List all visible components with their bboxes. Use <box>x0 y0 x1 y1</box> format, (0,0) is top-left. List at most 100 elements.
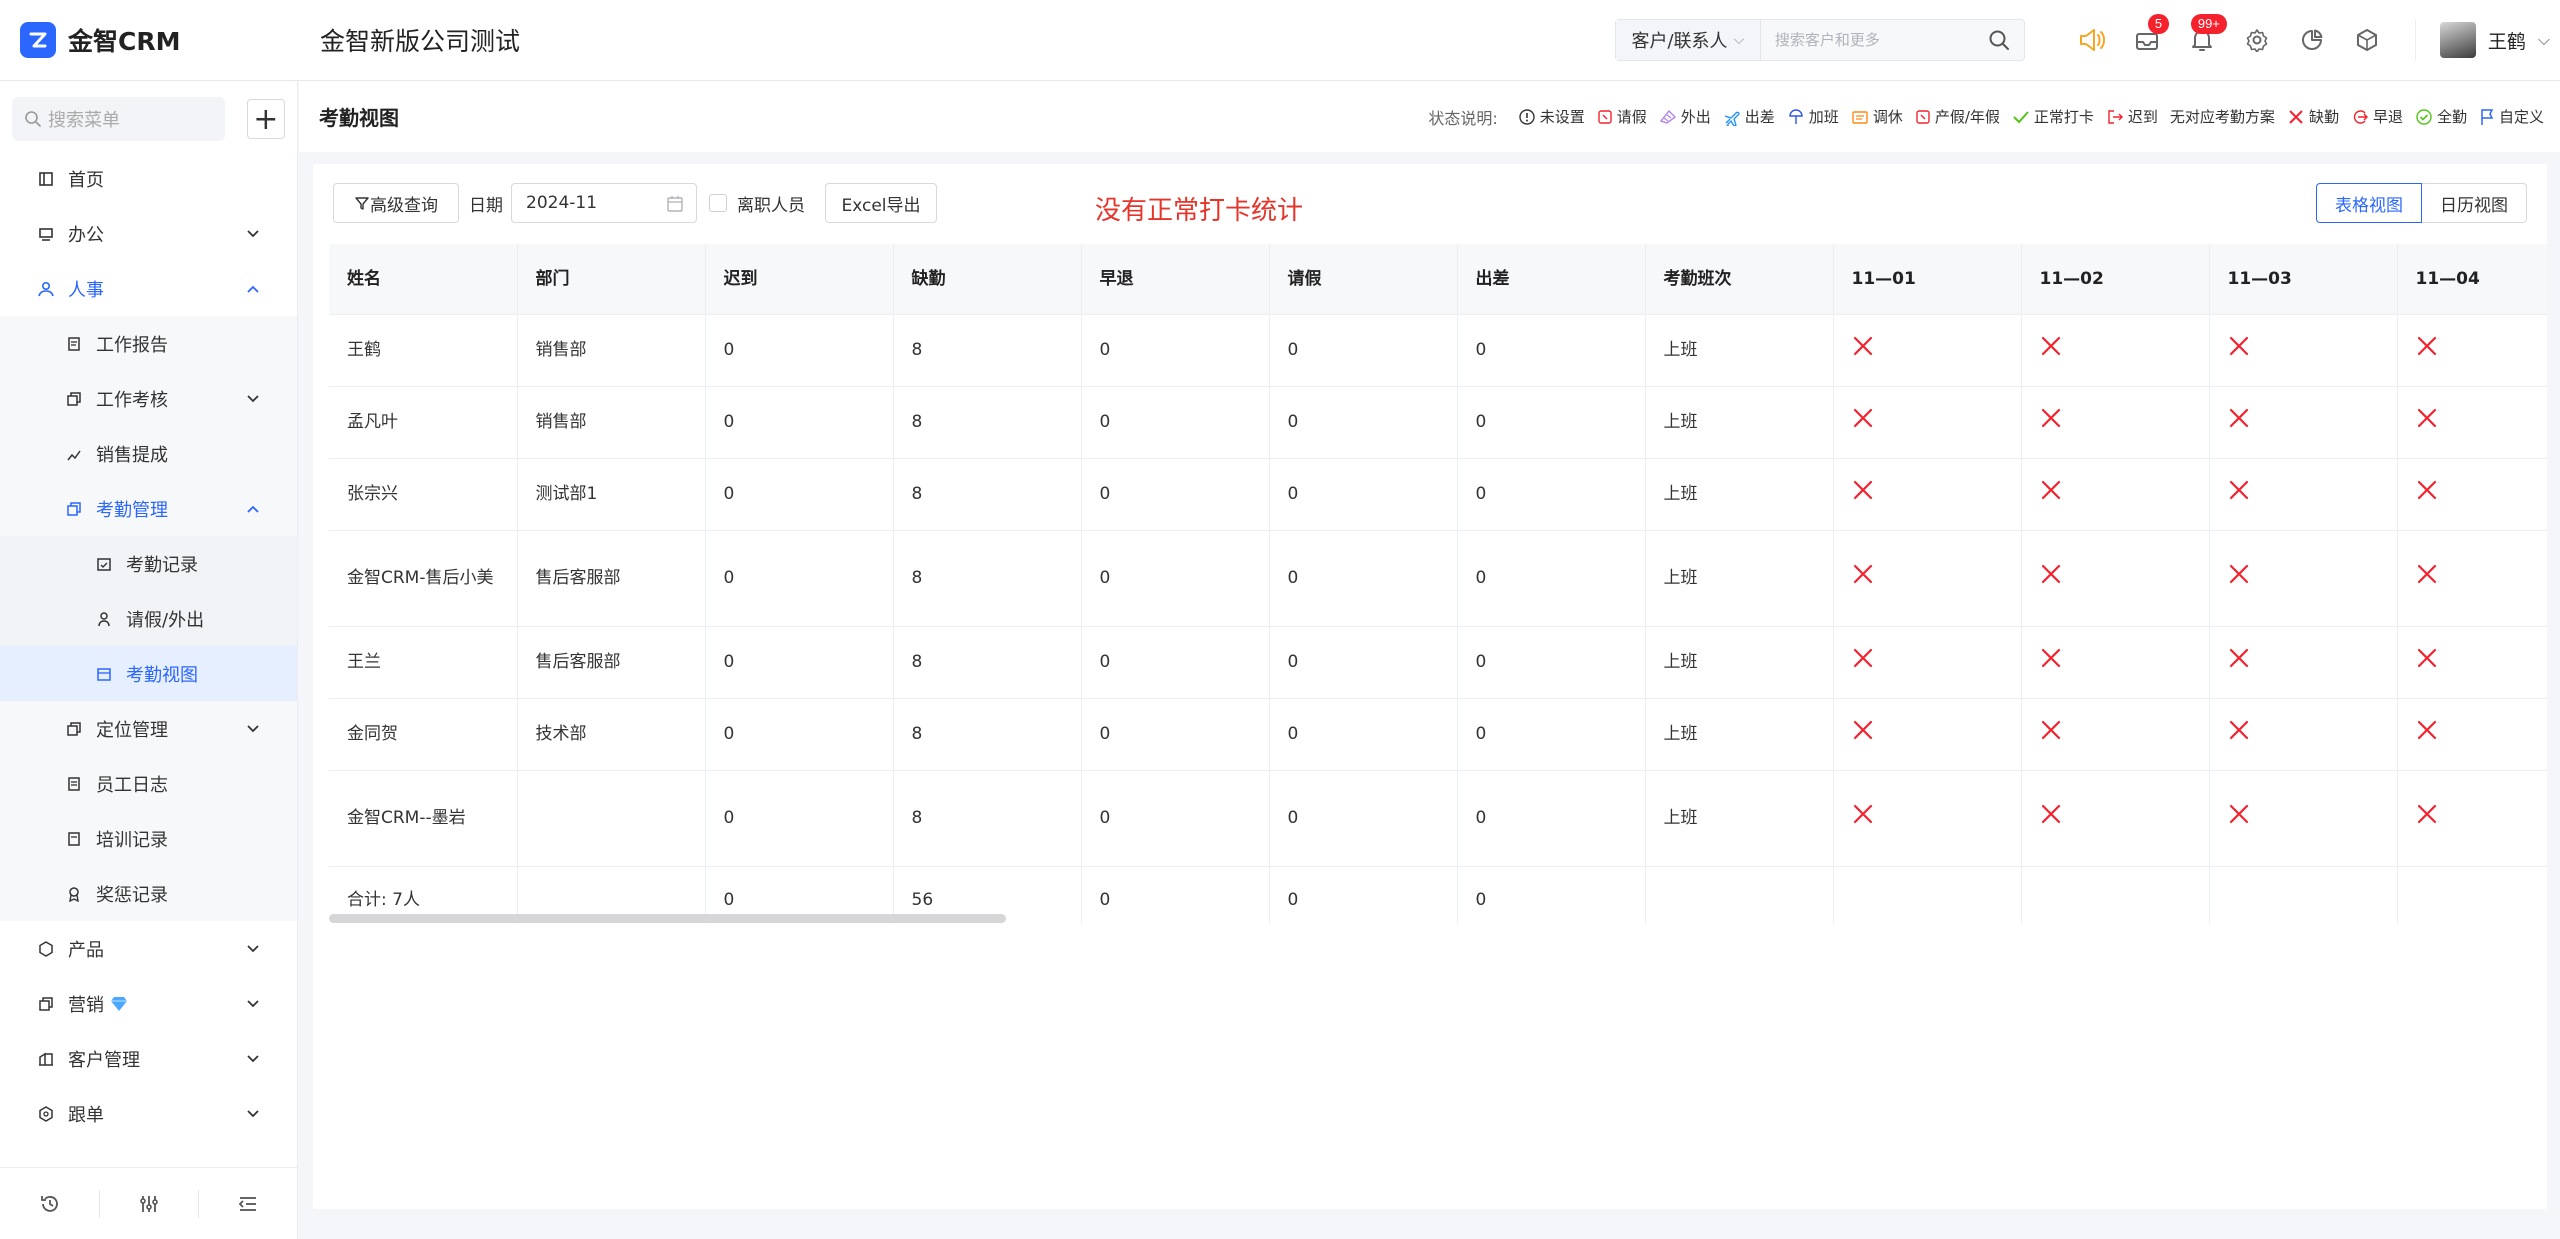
plane-icon <box>1724 111 1740 126</box>
table-view-button[interactable]: 表格视图 <box>2316 183 2422 223</box>
cell-day-status[interactable] <box>1833 698 2022 771</box>
cell-leave: 0 <box>1269 698 1458 771</box>
table-row[interactable]: 孟凡叶 销售部 0 8 0 0 0 上班 <box>329 386 2547 459</box>
cell-day-status[interactable] <box>1833 530 2022 627</box>
brand[interactable]: 金智CRM <box>0 22 300 58</box>
cell-day-status[interactable] <box>1833 314 2022 387</box>
sidebar-item-marketing[interactable]: 营销 <box>0 976 297 1031</box>
sidebar-item-attendance-record[interactable]: 考勤记录 <box>0 536 297 591</box>
sidebar-item-follow-order[interactable]: 跟单 <box>0 1086 297 1141</box>
sidebar-item-sales-commission[interactable]: 销售提成 <box>0 426 297 481</box>
search-icon[interactable] <box>1974 20 2024 60</box>
column-header[interactable]: 考勤班次 <box>1645 244 1834 315</box>
table-row[interactable]: 金智CRM-售后小美 售后客服部 0 8 0 0 0 上班 <box>329 530 2547 627</box>
history-icon[interactable] <box>0 1168 99 1239</box>
cell-day-status[interactable] <box>2397 770 2547 867</box>
cell-day-status[interactable] <box>2397 698 2547 771</box>
column-header[interactable]: 姓名 <box>329 244 518 315</box>
cell-day-status[interactable] <box>2021 458 2210 531</box>
sidebar-item-reward-record[interactable]: 奖惩记录 <box>0 866 297 921</box>
cube-icon[interactable] <box>2340 0 2395 80</box>
sidebar-item-attendance-view[interactable]: 考勤视图 <box>0 646 297 701</box>
cell-day-status[interactable] <box>1833 626 2022 699</box>
resigned-staff-label: 离职人员 <box>737 195 805 216</box>
cell-day-status[interactable] <box>2397 314 2547 387</box>
search-input[interactable] <box>1760 20 1974 60</box>
column-header[interactable]: 出差 <box>1457 244 1646 315</box>
column-header[interactable]: 11—04 <box>2397 244 2547 315</box>
column-header[interactable]: 11—01 <box>1833 244 2022 315</box>
cell-day-status[interactable] <box>2209 698 2398 771</box>
cell-day-status[interactable] <box>2209 314 2398 387</box>
sliders-icon[interactable] <box>99 1168 198 1239</box>
sidebar-item-leave-out[interactable]: 请假/外出 <box>0 591 297 646</box>
cell-day-status[interactable] <box>1833 386 2022 459</box>
column-header[interactable]: 请假 <box>1269 244 1458 315</box>
user-menu[interactable]: 王鹤 ⌵ <box>2414 19 2550 61</box>
add-menu-button[interactable]: + <box>246 99 285 139</box>
sidebar-item-office[interactable]: 办公 <box>0 206 297 261</box>
chevron-down-icon: ⌵ <box>2537 30 2550 49</box>
table-row[interactable]: 张宗兴 测试部1 0 8 0 0 0 上班 <box>329 458 2547 531</box>
cell-day-status[interactable] <box>2209 458 2398 531</box>
sidebar-item-attendance-mgmt[interactable]: 考勤管理 <box>0 481 297 536</box>
cell-day-status[interactable] <box>2397 530 2547 627</box>
resigned-staff-checkbox[interactable]: 离职人员 <box>709 191 805 216</box>
calendar-view-button[interactable]: 日历视图 <box>2422 183 2527 223</box>
month-picker[interactable]: 2024-11 <box>511 183 697 223</box>
mail-inbox-icon[interactable]: 5 <box>2120 0 2175 80</box>
table-row[interactable]: 王鹤 销售部 0 8 0 0 0 上班 <box>329 314 2547 387</box>
advanced-query-button[interactable]: 高级查询 <box>333 183 459 223</box>
chevron-down-icon <box>243 1049 263 1069</box>
sidebar-item-location-mgmt[interactable]: 定位管理 <box>0 701 297 756</box>
column-header[interactable]: 缺勤 <box>893 244 1082 315</box>
cell-day-status[interactable] <box>2021 530 2210 627</box>
settings-gear-icon[interactable] <box>2230 0 2285 80</box>
column-header[interactable]: 11—03 <box>2209 244 2398 315</box>
column-header[interactable]: 迟到 <box>705 244 894 315</box>
sidebar-item-training-record[interactable]: 培训记录 <box>0 811 297 866</box>
column-header[interactable]: 早退 <box>1081 244 1270 315</box>
cell-day-status[interactable] <box>2021 626 2210 699</box>
legend-label: 调休 <box>1872 108 1903 126</box>
excel-export-button[interactable]: Excel导出 <box>825 183 937 223</box>
cell-day-status[interactable] <box>2397 458 2547 531</box>
sidebar-item-work-assess[interactable]: 工作考核 <box>0 371 297 426</box>
sidebar-item-staff-log[interactable]: 员工日志 <box>0 756 297 811</box>
cell-day-status[interactable] <box>2209 626 2398 699</box>
announcement-speaker-icon[interactable] <box>2065 0 2120 80</box>
cell-day-status[interactable] <box>1833 770 2022 867</box>
cell-day-status[interactable] <box>2021 314 2210 387</box>
pie-chart-icon[interactable] <box>2285 0 2340 80</box>
cell-day-status[interactable] <box>2397 626 2547 699</box>
table-row[interactable]: 王兰 售后客服部 0 8 0 0 0 上班 <box>329 626 2547 699</box>
sidebar-item-work-report[interactable]: 工作报告 <box>0 316 297 371</box>
sidebar-item-product[interactable]: 产品 <box>0 921 297 976</box>
cell-day-status[interactable] <box>2209 770 2398 867</box>
cell-absent: 8 <box>893 626 1082 699</box>
cell-day-status[interactable] <box>2209 386 2398 459</box>
cell-day-status[interactable] <box>2397 386 2547 459</box>
sidebar-item-hr[interactable]: 人事 <box>0 261 297 316</box>
horizontal-scrollbar[interactable] <box>329 914 1006 923</box>
bell-icon[interactable]: 99+ <box>2175 0 2230 80</box>
cell-leave: 0 <box>1269 458 1458 531</box>
search-scope-select[interactable]: 客户/联系人 ⌵ <box>1615 20 1761 60</box>
cell-day-status[interactable] <box>2209 530 2398 627</box>
cell-day-status[interactable] <box>1833 458 2022 531</box>
table-row[interactable]: 金同贺 技术部 0 8 0 0 0 上班 <box>329 698 2547 771</box>
report-icon <box>64 829 84 849</box>
menu-search-input[interactable]: 搜索菜单 <box>12 97 225 141</box>
sidebar-item-customer-mgmt[interactable]: 客户管理 <box>0 1031 297 1086</box>
collapse-menu-icon[interactable] <box>198 1168 297 1239</box>
checkbox-box[interactable] <box>709 194 727 212</box>
legend-item: 早退 <box>2351 106 2403 127</box>
table-row[interactable]: 金智CRM--墨岩 0 8 0 0 0 上班 <box>329 770 2547 867</box>
cell-day-status[interactable] <box>2021 386 2210 459</box>
attendance-table-wrap[interactable]: 姓名 部门 迟到 缺勤 早退 请假 出差 考勤班次 11—01 11—02 11… <box>329 244 2547 924</box>
column-header[interactable]: 部门 <box>517 244 706 315</box>
column-header[interactable]: 11—02 <box>2021 244 2210 315</box>
cell-day-status[interactable] <box>2021 770 2210 867</box>
sidebar-item-home[interactable]: 首页 <box>0 151 297 206</box>
cell-day-status[interactable] <box>2021 698 2210 771</box>
